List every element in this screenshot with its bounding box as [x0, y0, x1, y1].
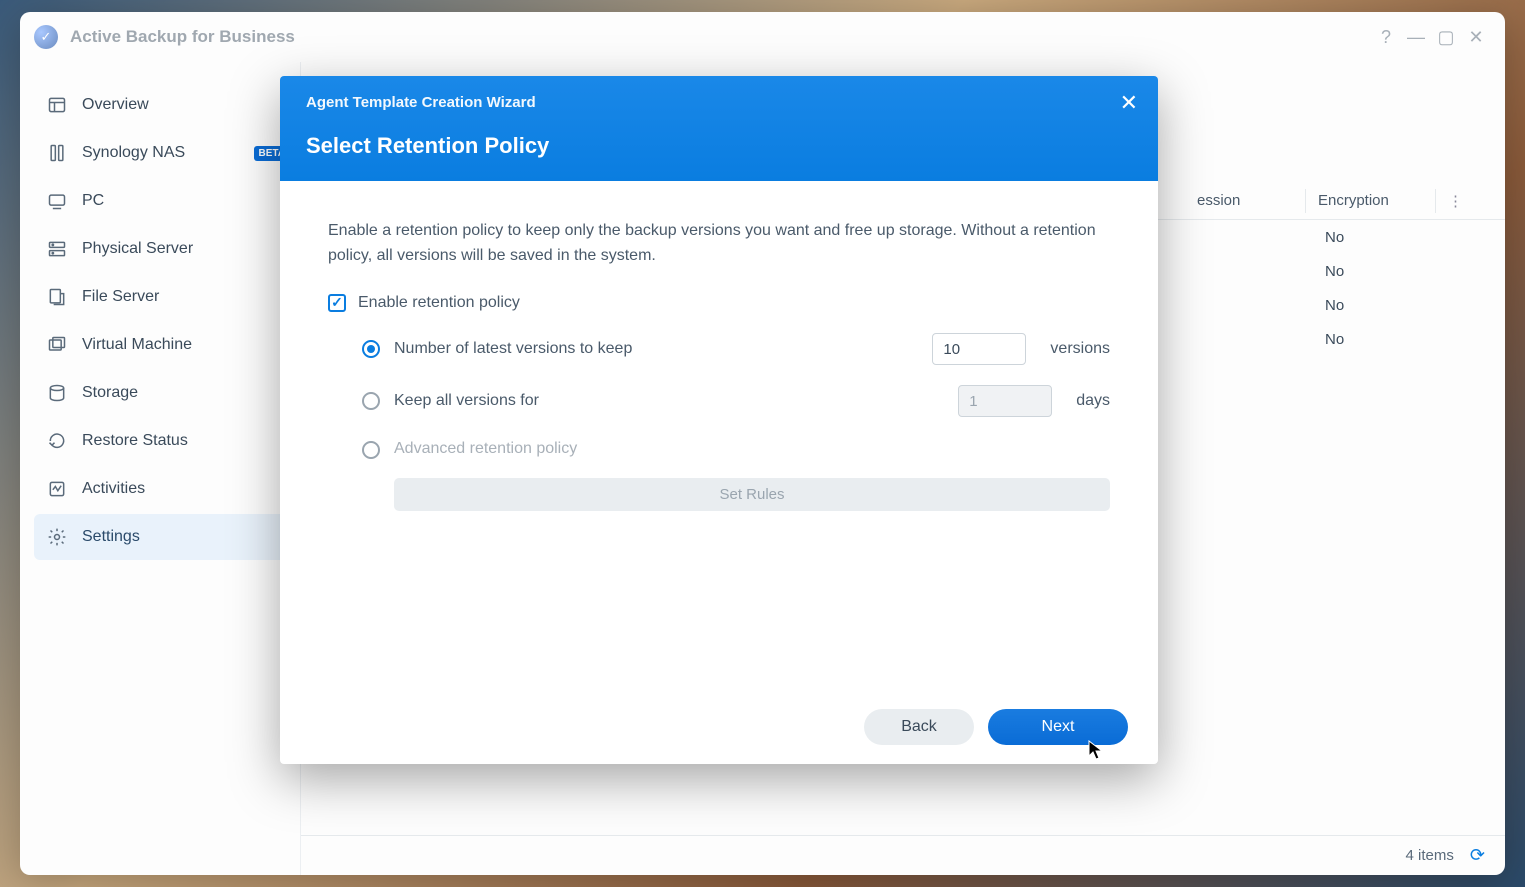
sidebar-item-label: Storage — [82, 384, 138, 402]
enable-retention-checkbox[interactable]: ✓ — [328, 294, 346, 312]
gear-icon — [46, 526, 68, 548]
sidebar-item-restore-status[interactable]: Restore Status — [34, 418, 300, 464]
sidebar-item-label: Physical Server — [82, 240, 193, 258]
column-encryption[interactable]: Encryption — [1305, 189, 1435, 213]
modal-footer: Back Next — [280, 690, 1158, 764]
column-compression[interactable]: ession — [1185, 192, 1305, 209]
radio-advanced-label: Advanced retention policy — [394, 437, 1110, 462]
restore-icon — [46, 430, 68, 452]
sidebar-item-label: File Server — [82, 288, 159, 306]
vm-icon — [46, 334, 68, 356]
pc-icon — [46, 190, 68, 212]
sidebar-item-storage[interactable]: Storage — [34, 370, 300, 416]
sidebar-item-label: PC — [82, 192, 104, 210]
sidebar-item-label: Activities — [82, 480, 145, 498]
sidebar-item-label: Overview — [82, 96, 149, 114]
days-input[interactable] — [958, 385, 1052, 417]
radio-versions-label: Number of latest versions to keep — [394, 337, 918, 362]
cell-encryption: No — [1325, 331, 1475, 348]
sidebar-item-settings[interactable]: Settings — [34, 514, 300, 560]
radio-days[interactable] — [362, 392, 380, 410]
modal-header: Agent Template Creation Wizard Select Re… — [280, 76, 1158, 181]
set-rules-button: Set Rules — [394, 478, 1110, 511]
nas-icon — [46, 142, 68, 164]
next-button[interactable]: Next — [988, 709, 1128, 745]
sidebar-item-label: Settings — [82, 528, 140, 546]
radio-versions[interactable] — [362, 340, 380, 358]
maximize-icon[interactable]: ▢ — [1431, 27, 1461, 48]
back-button[interactable]: Back — [864, 709, 974, 745]
days-unit: days — [1076, 389, 1110, 414]
sidebar-item-label: Restore Status — [82, 432, 188, 450]
app-title: Active Backup for Business — [70, 27, 295, 47]
sidebar-item-file-server[interactable]: File Server — [34, 274, 300, 320]
versions-unit: versions — [1050, 337, 1110, 362]
cell-encryption: No — [1325, 297, 1475, 314]
storage-icon — [46, 382, 68, 404]
item-count: 4 items — [1406, 847, 1454, 864]
cell-encryption: No — [1325, 263, 1475, 280]
file-server-icon — [46, 286, 68, 308]
sidebar-item-pc[interactable]: PC — [34, 178, 300, 224]
activities-icon — [46, 478, 68, 500]
radio-advanced[interactable] — [362, 441, 380, 459]
sidebar-item-activities[interactable]: Activities — [34, 466, 300, 512]
sidebar-item-virtual-machine[interactable]: Virtual Machine — [34, 322, 300, 368]
statusbar: 4 items ⟳ — [301, 835, 1505, 875]
wizard-title: Agent Template Creation Wizard — [306, 94, 1132, 111]
minimize-icon[interactable]: — — [1401, 27, 1431, 48]
step-title: Select Retention Policy — [306, 133, 1132, 159]
sidebar: Overview Synology NAS BETA PC Physic — [20, 62, 300, 875]
sidebar-item-physical-server[interactable]: Physical Server — [34, 226, 300, 272]
column-more-icon[interactable]: ⋮ — [1435, 189, 1475, 213]
modal-close-icon[interactable]: ✕ — [1120, 90, 1138, 116]
cell-encryption: No — [1325, 229, 1475, 246]
close-icon[interactable]: ✕ — [1461, 27, 1491, 48]
overview-icon — [46, 94, 68, 116]
help-icon[interactable]: ? — [1371, 27, 1401, 48]
app-icon: ✓ — [34, 25, 58, 49]
refresh-icon[interactable]: ⟳ — [1470, 845, 1485, 866]
versions-input[interactable] — [932, 333, 1026, 365]
sidebar-item-label: Virtual Machine — [82, 336, 192, 354]
radio-days-label: Keep all versions for — [394, 389, 944, 414]
sidebar-item-overview[interactable]: Overview — [34, 82, 300, 128]
modal-body: Enable a retention policy to keep only t… — [280, 181, 1158, 690]
sidebar-item-synology-nas[interactable]: Synology NAS BETA — [34, 130, 300, 176]
enable-retention-label: Enable retention policy — [358, 291, 520, 316]
titlebar: ✓ Active Backup for Business ? — ▢ ✕ — [20, 12, 1505, 62]
wizard-modal: Agent Template Creation Wizard Select Re… — [280, 76, 1158, 764]
sidebar-item-label: Synology NAS — [82, 144, 185, 162]
server-icon — [46, 238, 68, 260]
step-description: Enable a retention policy to keep only t… — [328, 219, 1110, 269]
